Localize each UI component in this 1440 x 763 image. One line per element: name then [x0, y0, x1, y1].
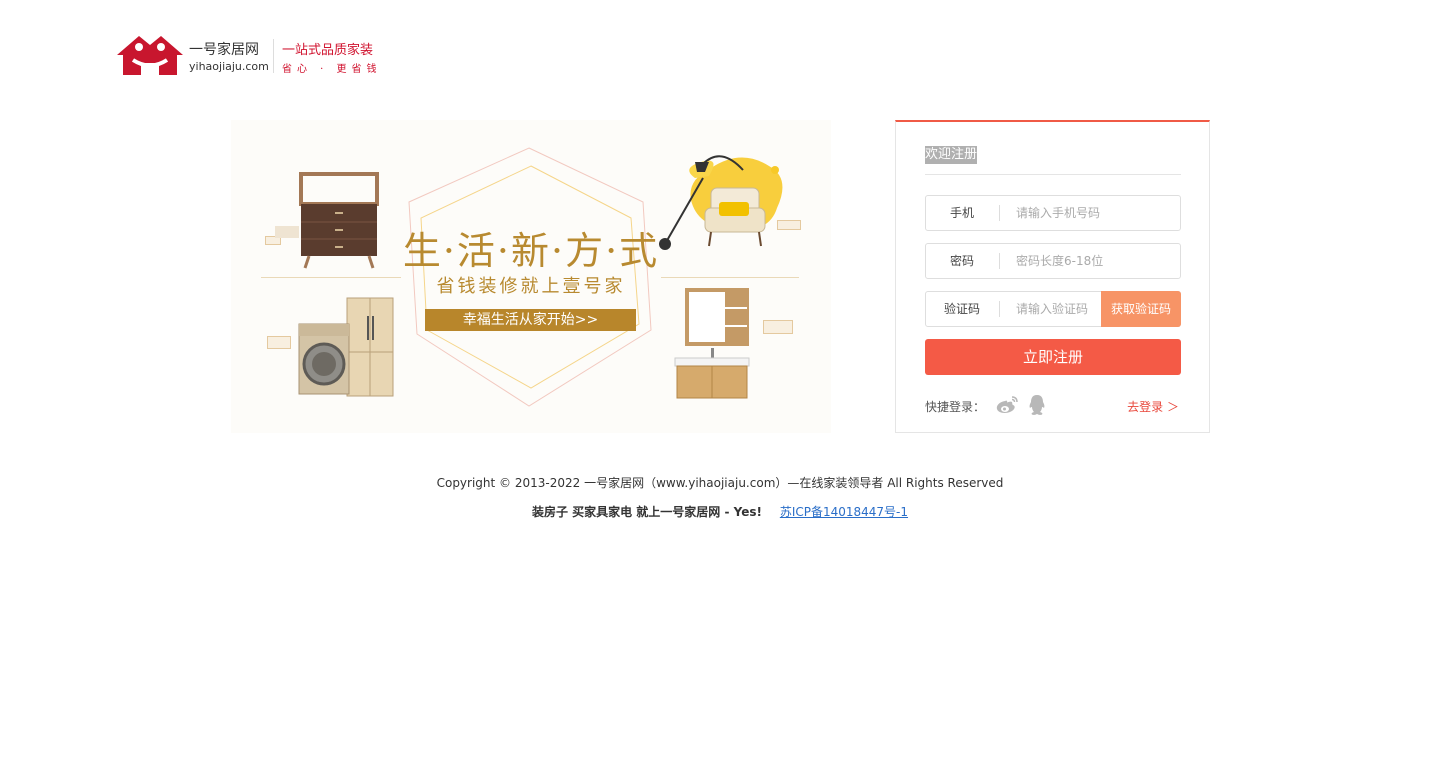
panel-divider — [925, 174, 1181, 175]
weibo-icon[interactable] — [995, 395, 1019, 415]
footer-slogan: 装房子 买家具家电 就上一号家居网 - Yes! — [531, 505, 762, 519]
banner-title: 生·活·新·方·式 — [402, 229, 660, 273]
banner-cta[interactable]: 幸福生活从家开始>> — [425, 309, 636, 331]
deco-box — [763, 320, 793, 334]
copyright-text: Copyright © 2013-2022 一号家居网（www.yihaojia… — [436, 476, 1004, 490]
bathroom-cabinet-icon — [674, 288, 750, 399]
brand-sub-slogan: 省心 · 更省钱 — [282, 64, 382, 75]
brand-domain: yihaojiaju.com — [189, 60, 269, 73]
qq-icon[interactable] — [1027, 394, 1047, 416]
phone-input[interactable] — [1016, 204, 1166, 222]
house-logo-icon — [117, 36, 183, 75]
register-panel: 欢迎注册 手机 密码 验证码 获取验证码 立即注册 快捷登录： 去登录 ＞ — [895, 120, 1210, 433]
brand-slogan: 一站式品质家装 — [282, 43, 374, 58]
footer-line: 装房子 买家具家电 就上一号家居网 - Yes! 苏ICP备14018447号-… — [0, 503, 1440, 520]
icp-link[interactable]: 苏ICP备14018447号-1 — [780, 505, 908, 519]
phone-label: 手机 — [949, 206, 974, 220]
field-separator — [999, 253, 1000, 269]
quick-login-label: 快捷登录： — [925, 400, 986, 414]
promo-banner[interactable]: 生·活·新·方·式 省钱装修就上壹号家 幸福生活从家开始>> — [231, 120, 831, 433]
password-input[interactable] — [1016, 252, 1166, 270]
field-separator — [999, 301, 1000, 317]
field-separator — [999, 205, 1000, 221]
brand-name: 一号家居网 — [189, 42, 259, 58]
appliance-icon — [298, 297, 394, 397]
banner-subtitle: 省钱装修就上壹号家 — [436, 276, 626, 297]
code-input[interactable] — [1016, 300, 1102, 318]
phone-field: 手机 — [925, 195, 1181, 231]
code-label: 验证码 — [943, 302, 980, 316]
logo-divider — [273, 39, 274, 73]
password-label: 密码 — [949, 254, 974, 268]
go-login-link[interactable]: 去登录 ＞ — [1127, 398, 1179, 415]
panel-title: 欢迎注册 — [925, 146, 978, 164]
get-code-button[interactable]: 获取验证码 — [1101, 291, 1181, 327]
verification-code-field: 验证码 获取验证码 — [925, 291, 1181, 327]
register-button[interactable]: 立即注册 — [925, 339, 1181, 375]
password-field: 密码 — [925, 243, 1181, 279]
deco-box — [267, 336, 291, 349]
